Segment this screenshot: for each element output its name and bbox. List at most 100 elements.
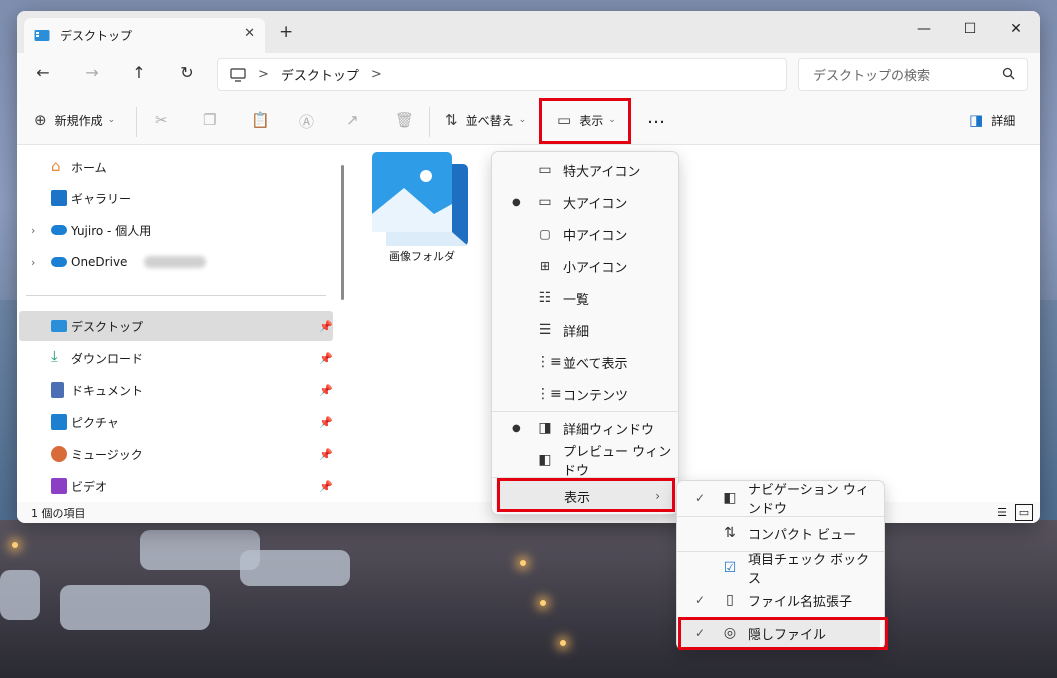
sidebar-item-downloads[interactable]: ⤓ ダウンロード 📌 [19,343,333,373]
breadcrumb-desktop[interactable]: デスクトップ [281,65,359,84]
menu-item-label: 詳細ウィンドウ [563,422,655,438]
search-icon[interactable] [1002,67,1015,80]
refresh-button[interactable]: ↻ [175,63,199,82]
view-button[interactable]: ▭ 表示 ⌄ [557,111,616,129]
new-tab-button[interactable]: + [279,22,293,42]
show-submenu: ✓ ◧ ナビゲーション ウィンドウ ⇅ コンパクト ビュー ☑ 項目チェック ボ… [676,480,885,650]
sidebar-item-label: ダウンロード [71,351,144,366]
new-button[interactable]: ⊕ 新規作成 ⌄ [34,111,115,129]
search-box[interactable]: デスクトップの検索 [798,58,1028,91]
view-label: 表示 [579,113,604,128]
sidebar-item-videos[interactable]: ビデオ 📌 [19,471,333,501]
file-item-image-folder[interactable]: 画像フォルダ [372,152,472,264]
breadcrumb-separator[interactable]: > [258,67,269,82]
checkbox-folder-icon: ☑ [723,560,737,576]
menu-item-label: ナビゲーション ウィンドウ [748,483,869,517]
sidebar-item-desktop[interactable]: デスクトップ 📌 [19,311,333,341]
list-icon: ☷ [538,290,552,306]
copy-button[interactable]: ❐ [203,111,224,129]
menu-item-list[interactable]: ☷ 一覧 [496,283,674,313]
details-pane-icon: ◨ [538,420,552,436]
menu-item-details-pane[interactable]: ● ◨ 詳細ウィンドウ [496,413,674,443]
compact-view-icon: ⇅ [724,525,736,541]
search-placeholder: デスクトップの検索 [813,69,931,84]
menu-item-show[interactable]: 表示 › [496,481,674,511]
up-button[interactable]: ↑ [127,63,151,82]
menu-item-label: 隠しファイル [748,627,827,643]
sidebar-item-yujiro[interactable]: › Yujiro - 個人用 [19,215,333,245]
back-button[interactable]: ← [31,63,55,82]
chevron-right-icon[interactable]: › [31,224,35,237]
menu-item-compact-view[interactable]: ⇅ コンパクト ビュー [681,518,880,548]
address-bar[interactable]: > デスクトップ > [217,58,787,91]
delete-button[interactable]: 🗑 [395,111,422,129]
close-tab-icon[interactable]: ✕ [244,26,255,41]
menu-item-tiles[interactable]: ⋮≡ 並べて表示 [496,347,674,377]
details-view-toggle[interactable]: ☰ [993,504,1011,521]
grid-icon: ⊞ [539,259,551,273]
menu-item-large-icons[interactable]: ● ▭ 大アイコン [496,187,674,217]
menu-item-hidden-files[interactable]: ✓ ◎ 隠しファイル [681,618,880,648]
desktop-icon [51,320,67,332]
sidebar-item-pictures[interactable]: ピクチャ 📌 [19,407,333,437]
details-list-icon: ☰ [538,322,552,338]
chevron-right-icon: › [655,489,660,503]
redacted-account-name [144,256,206,268]
paste-button[interactable]: 📋 [251,111,278,129]
maximize-button[interactable]: ☐ [955,16,985,42]
breadcrumb-separator[interactable]: > [371,67,382,82]
menu-item-preview-pane[interactable]: ◧ プレビュー ウィンドウ [496,445,674,479]
pin-icon[interactable]: 📌 [319,320,333,333]
monitor-icon: ▭ [538,162,552,178]
image-folder-icon [372,152,468,246]
chevron-right-icon[interactable]: › [31,256,35,269]
sidebar-item-music[interactable]: ミュージック 📌 [19,439,333,469]
view-icon: ▭ [557,111,572,129]
title-bar: デスクトップ ✕ + — ☐ ✕ [17,11,1040,53]
details-pane-button[interactable]: ◨ 詳細 [969,111,1015,129]
menu-item-medium-icons[interactable]: ▢ 中アイコン [496,219,674,249]
menu-item-label: 小アイコン [563,260,628,276]
menu-item-label: ファイル名拡張子 [748,594,853,610]
check-icon: ✓ [695,593,706,607]
chevron-down-icon: ⌄ [518,115,527,125]
menu-item-file-extensions[interactable]: ✓ ▯ ファイル名拡張子 [681,585,880,615]
large-icons-view-toggle[interactable]: ▭ [1015,504,1033,521]
sidebar-item-label: ホーム [71,160,107,175]
chevron-down-icon: ⌄ [608,115,616,125]
document-icon [51,382,64,398]
share-button[interactable]: ↗ [346,111,367,129]
close-window-button[interactable]: ✕ [1001,16,1031,42]
pin-icon[interactable]: 📌 [319,416,333,429]
sidebar-item-home[interactable]: ⌂ ホーム [19,152,333,182]
more-options-button[interactable]: … [647,107,665,128]
navigation-scrollbar[interactable] [341,165,344,300]
details-pane-icon: ◨ [969,111,984,129]
cut-button[interactable]: ✂ [155,111,176,129]
sidebar-item-onedrive[interactable]: › OneDrive [19,247,333,277]
menu-item-extra-large-icons[interactable]: ▭ 特大アイコン [496,155,674,185]
menu-item-small-icons[interactable]: ⊞ 小アイコン [496,251,674,281]
sidebar-item-gallery[interactable]: ギャラリー [19,183,333,213]
sidebar-item-label: ビデオ [71,479,108,494]
pin-icon[interactable]: 📌 [319,480,333,493]
menu-item-checkboxes[interactable]: ☑ 項目チェック ボックス [681,553,880,587]
menu-item-details[interactable]: ☰ 詳細 [496,315,674,345]
forward-button[interactable]: → [80,63,104,82]
pin-icon[interactable]: 📌 [319,448,333,461]
menu-item-navigation-pane[interactable]: ✓ ◧ ナビゲーション ウィンドウ [681,483,880,517]
pin-icon[interactable]: 📌 [319,384,333,397]
pin-icon[interactable]: 📌 [319,352,333,365]
home-icon: ⌂ [51,157,61,175]
tab-desktop[interactable]: デスクトップ ✕ [24,18,265,53]
menu-item-content[interactable]: ⋮≡ コンテンツ [496,379,674,409]
sort-button[interactable]: ⇅ 並べ替え ⌄ [445,111,526,129]
cloud-icon [51,225,67,235]
menu-item-label: 中アイコン [563,228,628,244]
menu-item-label: プレビュー ウィンドウ [563,445,672,479]
rename-button[interactable]: Ⓐ [299,111,322,132]
scissors-icon: ✂ [155,111,168,129]
minimize-button[interactable]: — [909,16,939,42]
sidebar-item-documents[interactable]: ドキュメント 📌 [19,375,333,405]
content-view-icon: ⋮≡ [536,386,562,402]
